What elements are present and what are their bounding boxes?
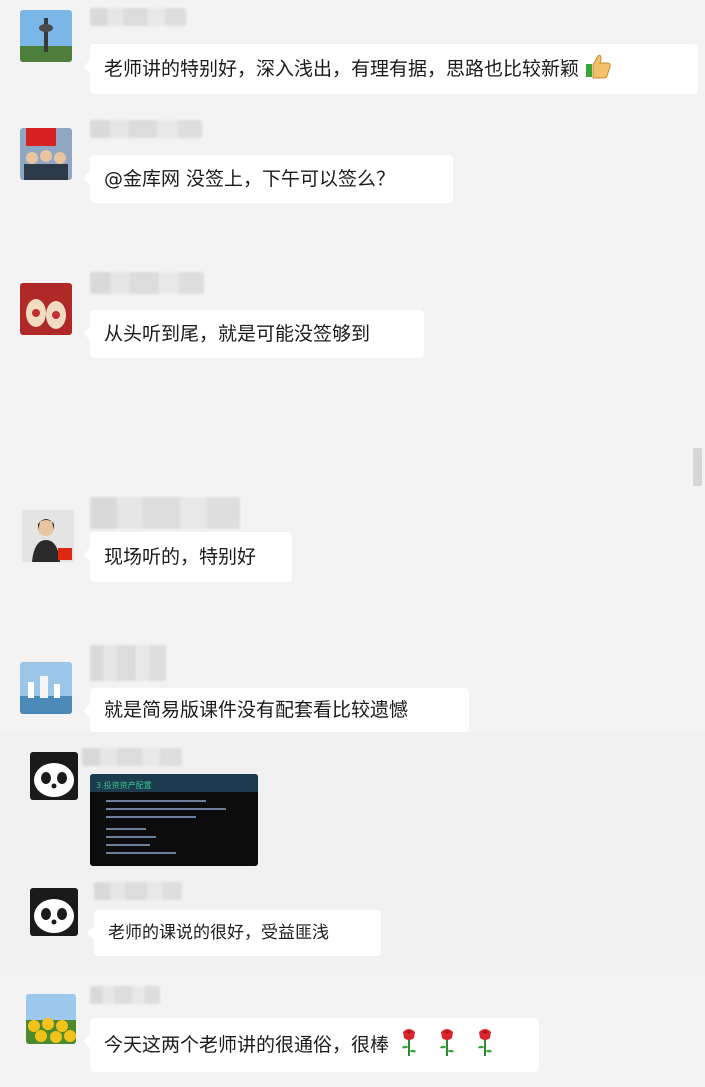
chat-panel-top: [0, 0, 705, 732]
message-bubble[interactable]: @金库网 没签上，下午可以签么？: [83, 155, 453, 203]
avatar[interactable]: [20, 10, 72, 62]
message-text: 就是简易版课件没有配套看比较遗憾: [104, 699, 409, 721]
avatar[interactable]: [20, 283, 72, 335]
sender-name-blurred: [94, 882, 182, 900]
message-text: 现场听的，特别好: [104, 546, 257, 568]
avatar[interactable]: [30, 752, 78, 800]
avatar[interactable]: [22, 510, 74, 562]
sender-name-blurred: [90, 645, 166, 681]
message-text: 老师的课说的很好，受益匪浅: [108, 923, 329, 943]
scrollbar-thumb[interactable]: [693, 448, 702, 486]
slide-text-line: [106, 852, 176, 854]
avatar[interactable]: [26, 994, 76, 1044]
slide-text-line: [106, 816, 196, 818]
rose-icon: [475, 1027, 495, 1063]
sender-name-blurred: [90, 8, 186, 26]
sender-name-blurred: [82, 748, 182, 766]
thumbs-up-icon: [583, 51, 613, 87]
slide-text-line: [106, 828, 146, 830]
message-bubble[interactable]: 从头听到尾，就是可能没签够到: [83, 310, 424, 358]
avatar[interactable]: [30, 888, 78, 936]
message-text: @金库网 没签上，下午可以签么？: [104, 168, 396, 190]
message-bubble[interactable]: 老师讲的特别好，深入浅出，有理有据，思路也比较新颖: [83, 44, 698, 94]
avatar[interactable]: [20, 128, 72, 180]
slide-text-line: [106, 808, 226, 810]
message-bubble[interactable]: 老师的课说的很好，受益匪浅: [87, 910, 381, 956]
slide-text-line: [106, 800, 206, 802]
message-bubble[interactable]: 就是简易版课件没有配套看比较遗憾: [83, 688, 469, 732]
sender-name-blurred: [90, 497, 240, 529]
sender-name-blurred: [90, 272, 204, 294]
avatar[interactable]: [20, 662, 72, 714]
message-text: 从头听到尾，就是可能没签够到: [104, 323, 371, 345]
rose-icon: [437, 1027, 457, 1063]
rose-icon: [399, 1027, 419, 1063]
message-text: 老师讲的特别好，深入浅出，有理有据，思路也比较新颖: [104, 58, 580, 80]
message-bubble[interactable]: 今天这两个老师讲的很通俗，很棒: [83, 1018, 539, 1072]
message-text: 今天这两个老师讲的很通俗，很棒: [104, 1034, 390, 1056]
slide-text-line: [106, 844, 150, 846]
lecture-slide-photo[interactable]: 3.投资资产配置: [90, 774, 258, 866]
slide-title: 3.投资资产配置: [96, 781, 152, 790]
sender-name-blurred: [90, 120, 202, 138]
sender-name-blurred: [90, 986, 160, 1004]
message-bubble[interactable]: 现场听的，特别好: [83, 532, 292, 582]
slide-text-line: [106, 836, 156, 838]
